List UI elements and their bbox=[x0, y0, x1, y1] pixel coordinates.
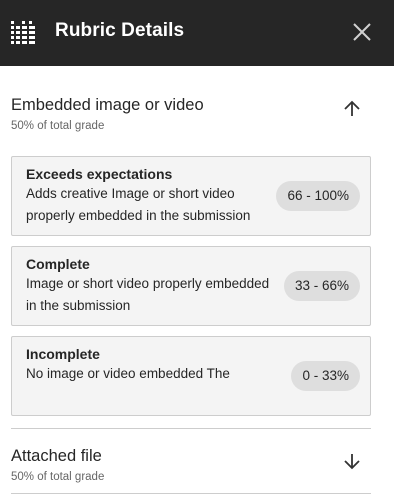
rating-title: Incomplete bbox=[26, 346, 100, 362]
panel-title: Rubric Details bbox=[55, 20, 185, 41]
rubric-grid-icon bbox=[11, 21, 35, 45]
close-icon bbox=[352, 22, 372, 47]
close-button[interactable] bbox=[348, 20, 376, 48]
panel-header: Rubric Details bbox=[0, 0, 394, 66]
rating-range-badge: 0 - 33% bbox=[291, 361, 360, 391]
rating-card: Complete Image or short video properly e… bbox=[11, 246, 371, 326]
section-weight: 50% of total grade bbox=[11, 471, 105, 483]
rating-range-badge: 66 - 100% bbox=[276, 181, 360, 211]
rating-title: Exceeds expectations bbox=[26, 166, 173, 182]
rating-range-badge: 33 - 66% bbox=[283, 271, 360, 301]
rating-description: Image or short video properly embedded i… bbox=[26, 276, 270, 313]
criterion-header-attached-file[interactable]: Attached file 50% of total grade bbox=[0, 429, 394, 491]
collapse-button[interactable] bbox=[338, 97, 366, 125]
arrow-up-icon bbox=[343, 100, 361, 123]
section-divider bbox=[11, 493, 371, 494]
rating-description: Adds creative Image or short video prope… bbox=[26, 186, 251, 223]
rating-title: Complete bbox=[26, 256, 90, 272]
arrow-down-icon bbox=[343, 452, 361, 475]
section-title: Embedded image or video bbox=[11, 96, 204, 114]
expand-button[interactable] bbox=[338, 449, 366, 477]
panel-content: Embedded image or video 50% of total gra… bbox=[0, 66, 394, 503]
rating-card: Exceeds expectations Adds creative Image… bbox=[11, 156, 371, 236]
section-weight: 50% of total grade bbox=[11, 120, 105, 132]
rating-description: No image or video embedded The bbox=[26, 366, 230, 381]
section-title: Attached file bbox=[11, 447, 102, 465]
criterion-header-embedded[interactable]: Embedded image or video 50% of total gra… bbox=[0, 66, 394, 142]
rating-card: Incomplete No image or video embedded Th… bbox=[11, 336, 371, 416]
